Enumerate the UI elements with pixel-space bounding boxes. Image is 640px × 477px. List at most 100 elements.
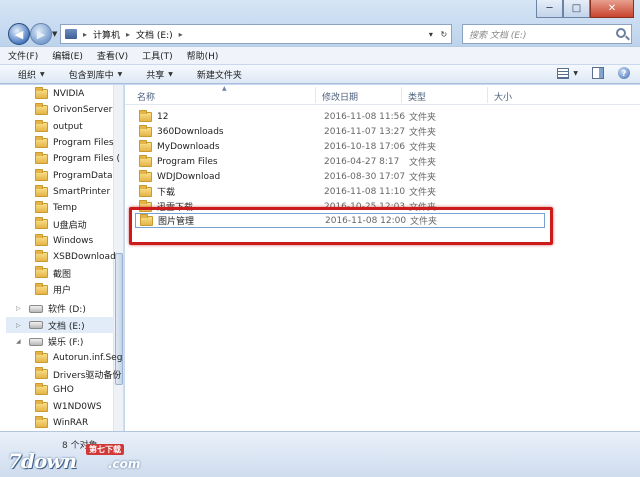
file-modified-date: 2016-10-18 17:06 <box>324 141 406 152</box>
column-name[interactable]: 名称 <box>137 90 155 103</box>
nav-folder-item[interactable]: 截图 <box>35 265 71 281</box>
watermark-logo: 7down <box>8 449 77 473</box>
nav-folder-item[interactable]: Drivers驱动备份 <box>35 366 121 382</box>
expand-arrow-icon[interactable]: ▷ <box>16 305 24 312</box>
nav-folder-item[interactable]: 用户 <box>35 282 71 298</box>
nav-drive-item[interactable]: ▷ 文档 (E:) <box>6 317 114 334</box>
nav-item-label: GHO <box>53 385 74 396</box>
chevron-down-icon: ▼ <box>40 70 45 78</box>
menu-help[interactable]: 帮助(H) <box>187 49 219 62</box>
expand-arrow-icon[interactable]: ◢ <box>16 338 24 345</box>
file-row[interactable]: 12 2016-11-08 11:56 文件夹 <box>135 109 545 124</box>
minimize-button[interactable]: ─ <box>536 0 563 18</box>
help-icon[interactable]: ? <box>618 67 630 79</box>
column-size[interactable]: 大小 <box>494 90 512 103</box>
sort-ascending-icon: ▲ <box>222 85 227 92</box>
status-bar: 8 个对象 7down 第七下载 .com <box>0 431 640 477</box>
new-folder-button[interactable]: 新建文件夹 <box>197 68 242 81</box>
folder-icon <box>35 266 48 279</box>
folder-icon <box>35 233 48 246</box>
file-row[interactable]: WDJDownload 2016-08-30 17:07 文件夹 <box>135 169 545 184</box>
drive-icon <box>29 321 43 330</box>
breadcrumb-drive-e[interactable]: 文档 (E:) <box>136 28 173 41</box>
file-list-pane: ▲ 名称 修改日期 类型 大小 12 2016-11-08 11:56 文件夹 360… <box>125 85 640 431</box>
arrow-left-icon: ◀ <box>14 27 24 41</box>
file-row[interactable]: 360Downloads 2016-11-07 13:27 文件夹 <box>135 124 545 139</box>
chevron-down-icon: ▼ <box>117 70 123 78</box>
nav-folder-item[interactable]: W1ND0WS <box>35 399 102 415</box>
back-button[interactable]: ◀ <box>8 23 30 45</box>
recent-pages-dropdown[interactable]: ▼ <box>52 30 57 38</box>
nav-item-label: U盘启动 <box>53 220 87 231</box>
nav-folder-item[interactable]: Temp <box>35 200 77 216</box>
nav-folder-item[interactable]: Windows <box>35 233 93 249</box>
nav-item-label: WinRAR <box>53 418 89 428</box>
change-view-button[interactable]: ▼ <box>557 67 578 79</box>
nav-item-label: 娱乐 (F:) <box>48 338 84 348</box>
column-date[interactable]: 修改日期 <box>322 90 358 103</box>
folder-icon <box>35 399 48 412</box>
highlight-annotation <box>129 207 553 245</box>
file-modified-date: 2016-11-07 13:27 <box>324 126 406 137</box>
share-button[interactable]: 共享 ▼ <box>146 68 173 81</box>
column-divider[interactable] <box>315 87 316 103</box>
file-row[interactable]: MyDownloads 2016-10-18 17:06 文件夹 <box>135 139 545 154</box>
nav-folder-item[interactable]: WinRAR <box>35 415 88 431</box>
file-name-cell: 360Downloads <box>139 124 224 137</box>
folder-icon <box>35 217 48 230</box>
nav-drive-item[interactable]: ◢ 娱乐 (F:) <box>16 334 83 350</box>
watermark-badge: 第七下载 <box>86 444 124 455</box>
menu-view[interactable]: 查看(V) <box>97 49 128 62</box>
search-input[interactable]: 搜索 文档 (E:) <box>462 24 632 44</box>
folder-icon <box>35 168 48 181</box>
breadcrumb-separator-icon[interactable]: ▸ <box>179 30 183 39</box>
nav-folder-item[interactable]: OrivonServer <box>35 102 112 118</box>
preview-pane-icon[interactable] <box>592 67 604 79</box>
maximize-button[interactable]: □ <box>563 0 590 18</box>
organize-button[interactable]: 组织 ▼ <box>18 68 45 81</box>
nav-folder-item[interactable]: Program Files <box>35 135 114 151</box>
menu-edit[interactable]: 编辑(E) <box>52 49 83 62</box>
breadcrumb-separator-icon[interactable]: ▸ <box>126 30 130 39</box>
window-controls: ─ □ ✕ <box>536 0 634 18</box>
nav-folder-item[interactable]: output <box>35 119 83 135</box>
nav-drive-item[interactable]: ▷ 软件 (D:) <box>16 301 86 317</box>
refresh-icon[interactable]: ↻ <box>440 30 447 39</box>
nav-folder-item[interactable]: Autorun.inf.Seg <box>35 350 122 366</box>
nav-item-label: 截图 <box>53 269 72 280</box>
folder-icon <box>35 416 48 428</box>
nav-folder-item[interactable]: GHO <box>35 382 74 398</box>
address-bar[interactable]: ▸ 计算机 ▸ 文档 (E:) ▸ ▾ ↻ <box>60 24 452 44</box>
nav-folder-item[interactable]: NVIDIA <box>35 86 84 102</box>
breadcrumb-separator-icon[interactable]: ▸ <box>83 30 87 39</box>
file-row[interactable]: 下载 2016-11-08 11:10 文件夹 <box>135 184 545 199</box>
file-name: 12 <box>157 111 169 122</box>
include-in-library-button[interactable]: 包含到库中 ▼ <box>69 68 123 81</box>
nav-item-label: Windows <box>53 235 94 246</box>
address-dropdown-icon[interactable]: ▾ <box>429 30 433 39</box>
expand-arrow-icon[interactable]: ▷ <box>16 322 24 329</box>
file-row[interactable]: Program Files 2016-04-27 8:17 文件夹 <box>135 154 545 169</box>
nav-folder-item[interactable]: U盘启动 <box>35 216 87 232</box>
column-type[interactable]: 类型 <box>408 90 426 103</box>
nav-folder-item[interactable]: Program Files ( <box>35 151 120 167</box>
search-icon[interactable] <box>616 28 626 38</box>
column-divider[interactable] <box>487 87 488 103</box>
file-name: WDJDownload <box>157 171 221 182</box>
nav-item-label: 文档 (E:) <box>48 321 85 332</box>
share-label: 共享 <box>146 70 165 81</box>
navigation-pane: NVIDIA OrivonServer output Program Files Pro… <box>0 85 124 431</box>
file-name: 下载 <box>157 188 176 198</box>
column-divider[interactable] <box>401 87 402 103</box>
chevron-down-icon: ▼ <box>573 69 578 77</box>
menu-file[interactable]: 文件(F) <box>8 49 38 62</box>
menu-tools[interactable]: 工具(T) <box>142 49 173 62</box>
breadcrumb-computer[interactable]: 计算机 <box>93 28 120 41</box>
forward-button[interactable]: ▶ <box>30 23 52 45</box>
folder-icon <box>35 103 48 116</box>
nav-folder-item[interactable]: XSBDownload <box>35 249 116 265</box>
nav-folder-item[interactable]: ProgramData <box>35 168 112 184</box>
close-button[interactable]: ✕ <box>590 0 634 18</box>
address-actions: ▾ ↻ <box>425 25 451 43</box>
nav-folder-item[interactable]: SmartPrinter <box>35 184 110 200</box>
